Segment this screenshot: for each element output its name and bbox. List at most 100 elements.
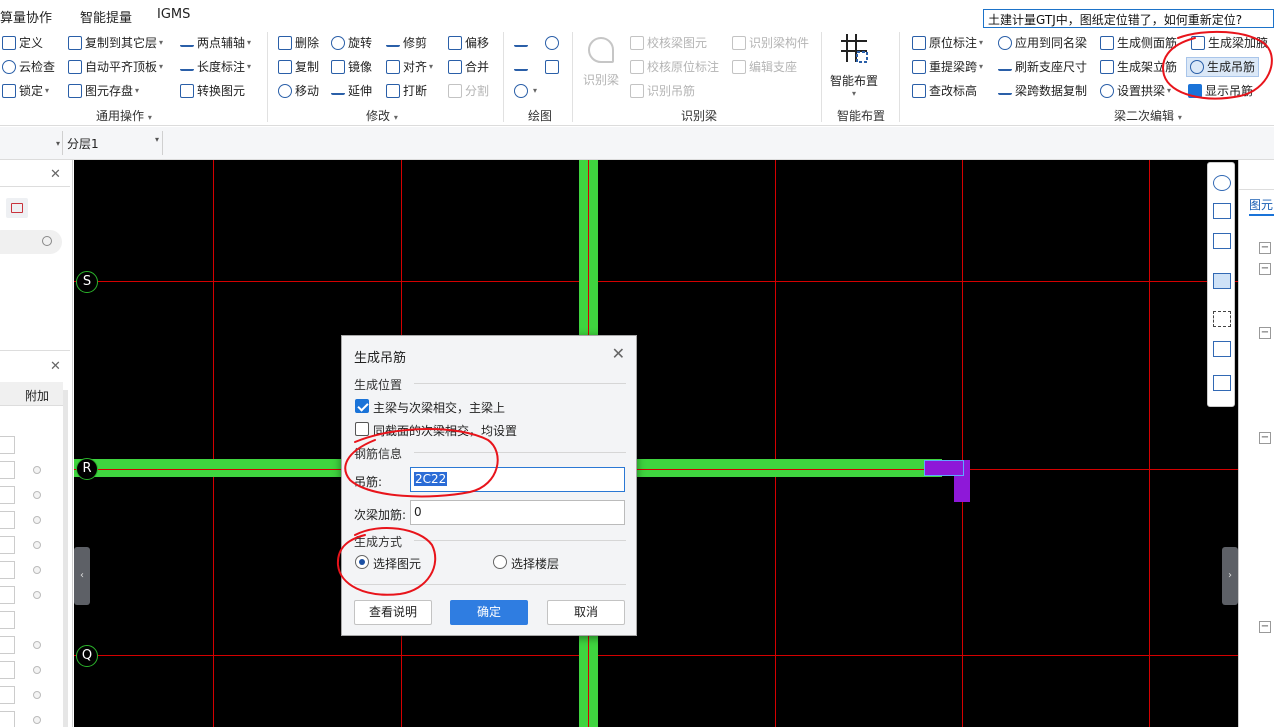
cloud-check-button[interactable]: 云检查 [2, 57, 55, 77]
same-section-checkbox[interactable] [355, 422, 369, 436]
menu-collab[interactable]: 算量协作 [0, 7, 52, 26]
view-help-button[interactable]: 查看说明 [354, 600, 432, 625]
tab-element[interactable]: 图元 [1249, 196, 1274, 216]
draw-line-button[interactable] [514, 57, 531, 77]
split-button[interactable]: 分割 [448, 81, 489, 101]
checkbox[interactable] [33, 691, 41, 699]
axis-bubble-s[interactable]: S [76, 271, 98, 293]
property-row[interactable] [0, 432, 63, 457]
collapse-toggle[interactable]: − [1259, 621, 1271, 633]
close-icon[interactable]: ✕ [50, 167, 61, 182]
align-button[interactable]: 对齐 ▾ [386, 57, 433, 77]
floor-dropdown[interactable]: ▾ [52, 135, 60, 149]
define-button[interactable]: 定义 [2, 33, 43, 53]
collapse-toggle[interactable]: − [1259, 432, 1271, 444]
save-element-button[interactable]: 图元存盘 ▾ [68, 81, 139, 101]
checkbox[interactable] [33, 516, 41, 524]
view-solid-button[interactable] [1212, 271, 1232, 291]
check-beam-element-button[interactable]: 校核梁图元 [630, 33, 707, 53]
display-settings-button[interactable] [1212, 339, 1232, 359]
draw-point-button[interactable] [514, 33, 531, 53]
two-point-axis-button[interactable]: 两点辅轴 ▾ [180, 33, 251, 53]
refresh-support-size-button[interactable]: 刷新支座尺寸 [998, 57, 1087, 77]
property-row[interactable] [0, 582, 63, 607]
property-row[interactable] [0, 557, 63, 582]
gen-side-rebar-button[interactable]: 生成侧面筋 [1100, 33, 1177, 53]
check-in-situ-mark-button[interactable]: 校核原位标注 [630, 57, 719, 77]
property-row[interactable] [0, 507, 63, 532]
in-situ-mark-button[interactable]: 原位标注 ▾ [912, 33, 983, 53]
move-button[interactable]: 移动 [278, 81, 319, 101]
close-icon[interactable]: ✕ [50, 359, 61, 374]
checkbox[interactable] [33, 566, 41, 574]
secondary-rebar-input[interactable]: 0 [410, 500, 625, 525]
copy-to-other-floor-button[interactable]: 复制到其它层 ▾ [68, 33, 163, 53]
checkbox[interactable] [33, 466, 41, 474]
checkbox[interactable] [33, 541, 41, 549]
property-row[interactable] [0, 657, 63, 682]
help-search-input[interactable]: 土建计量GTJ中，图纸定位错了，如何重新定位? [983, 9, 1274, 28]
group-label-modify[interactable]: 修改 ▾ [366, 107, 398, 124]
apply-same-name-beam-button[interactable]: 应用到同名梁 [998, 33, 1087, 53]
collapse-left-handle[interactable]: ‹ [74, 547, 90, 605]
mirror-button[interactable]: 镜像 [331, 57, 372, 77]
offset-button[interactable]: 偏移 [448, 33, 489, 53]
gen-hanger-rebar-button[interactable]: 生成吊筋 [1186, 57, 1260, 77]
axis-bubble-r[interactable]: R [76, 458, 98, 480]
cancel-button[interactable]: 取消 [547, 600, 625, 625]
merge-button[interactable]: 合并 [448, 57, 489, 77]
select-element-radio[interactable] [355, 555, 369, 569]
extend-button[interactable]: 延伸 [331, 81, 372, 101]
trim-button[interactable]: 修剪 [386, 33, 427, 53]
main-secondary-checkbox[interactable] [355, 399, 369, 413]
property-row[interactable] [0, 632, 63, 657]
set-arch-beam-button[interactable]: 设置拱梁 ▾ [1100, 81, 1171, 101]
hanger-rebar-input[interactable]: 2C22 [410, 467, 625, 492]
view-cube-button[interactable] [1212, 231, 1232, 251]
view-3d-button[interactable] [1212, 201, 1232, 221]
edit-support-button[interactable]: 编辑支座 [732, 57, 797, 77]
confirm-button[interactable]: 确定 [450, 600, 528, 625]
rotate-button[interactable]: 旋转 [331, 33, 372, 53]
scrollbar[interactable] [63, 390, 68, 727]
draw-circle-button[interactable] [545, 33, 562, 53]
collapse-right-handle[interactable]: › [1222, 547, 1238, 605]
checkbox[interactable] [33, 591, 41, 599]
group-label-beam-edit[interactable]: 梁二次编辑 ▾ [1114, 107, 1182, 124]
drawing-canvas[interactable]: S R Q ‹ › [74, 160, 1238, 727]
show-hanger-checkbox[interactable]: 显示吊筋 [1188, 81, 1253, 101]
draw-rect-button[interactable] [545, 57, 562, 77]
check-elevation-button[interactable]: 查改标高 [912, 81, 977, 101]
collapse-toggle[interactable]: − [1259, 263, 1271, 275]
recognize-beam-component-button[interactable]: 识别梁构件 [732, 33, 809, 53]
property-row[interactable] [0, 457, 63, 482]
collapse-toggle[interactable]: − [1259, 327, 1271, 339]
property-row[interactable] [0, 682, 63, 707]
recognize-beam-button[interactable]: 识别梁 [582, 35, 620, 88]
checkbox[interactable] [33, 491, 41, 499]
menu-smart-extract[interactable]: 智能提量 [80, 7, 132, 26]
full-screen-button[interactable] [1212, 309, 1232, 329]
collapse-toggle[interactable]: − [1259, 242, 1271, 254]
break-button[interactable]: 打断 [386, 81, 427, 101]
gen-beam-haunch-button[interactable]: 生成梁加腋 [1191, 33, 1268, 53]
copy-span-data-button[interactable]: 梁跨数据复制 [998, 81, 1087, 101]
checkbox[interactable] [33, 716, 41, 724]
gen-erection-rebar-button[interactable]: 生成架立筋 [1100, 57, 1177, 77]
length-dimension-button[interactable]: 长度标注 ▾ [180, 57, 251, 77]
auto-align-slab-button[interactable]: 自动平齐顶板 ▾ [68, 57, 163, 77]
property-row[interactable] [0, 482, 63, 507]
axis-bubble-q[interactable]: Q [76, 645, 98, 667]
checkbox[interactable] [33, 666, 41, 674]
copy-button[interactable]: 复制 [278, 57, 319, 77]
property-row[interactable] [0, 707, 63, 727]
property-row[interactable] [0, 532, 63, 557]
smart-layout-button[interactable]: 智能布置 ▾ [828, 32, 880, 98]
checkbox[interactable] [33, 641, 41, 649]
delete-button[interactable]: 删除 [278, 33, 319, 53]
layer-display-button[interactable] [1212, 373, 1232, 393]
re-extract-span-button[interactable]: 重提梁跨 ▾ [912, 57, 983, 77]
group-label-general[interactable]: 通用操作 ▾ [96, 107, 152, 124]
draw-arc-button[interactable]: ▾ [514, 81, 537, 101]
dynamic-view-button[interactable] [1212, 173, 1232, 193]
